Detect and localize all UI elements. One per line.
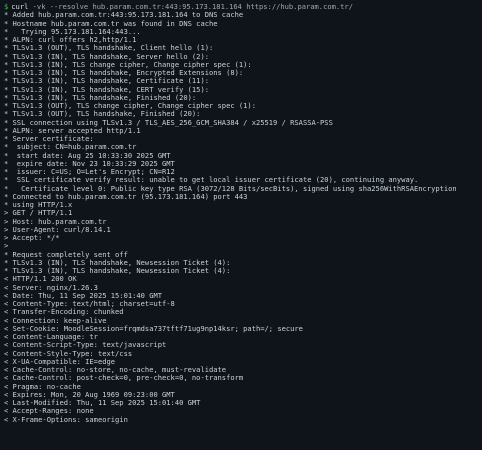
output-line: < Cache-Control: no-store, no-cache, mus… [4,366,227,374]
output-line: < HTTP/1.1 200 OK [4,275,77,284]
output-line: * Request completely sent off [4,250,128,259]
output-line: * issuer: C=US; O=Let's Encrypt; CN=R12 [4,168,175,176]
output-line: * Connected to hub.param.com.tr (95.173.… [4,192,248,201]
output-line: * TLSv1.3 (IN), TLS handshake, CERT veri… [4,85,209,94]
output-line: < Content-Language: tr [4,333,98,341]
output-line: * using HTTP/1.x [4,201,73,209]
output-line: < Server: nginx/1.26.3 [4,283,98,292]
terminal-output: * Added hub.param.com.tr:443:95.173.181.… [4,11,482,424]
output-line: < X-UA-Compatible: IE=edge [4,357,116,366]
output-line: > Host: hub.param.com.tr [4,217,107,226]
output-line: > Accept: */* [4,234,60,242]
output-line: < Content-Script-Type: text/javascript [4,341,167,350]
output-line: * Trying 95.173.181.164:443... [4,27,141,36]
output-line: * Certificate level 0: Public key type R… [4,184,457,193]
prompt-symbol: $ [4,2,9,11]
output-line: < Connection: keep-alive [4,316,107,325]
terminal-window[interactable]: $ curl -vk --resolve hub.param.com.tr:44… [0,0,482,450]
output-line: < Content-Style-Type: text/css [4,349,133,358]
output-line: * ALPN: server accepted http/1.1 [4,126,141,135]
output-line: * TLSv1.3 (IN), TLS change cipher, Chang… [4,60,252,69]
command-name: curl [11,2,29,11]
output-line: < Set-Cookie: MoodleSession=frqmdsa737tf… [4,324,303,333]
output-line: * TLSv1.3 (IN), TLS handshake, Server he… [4,52,209,61]
output-line: < Cache-Control: post-check=0, pre-check… [4,374,244,383]
output-line: > User-Agent: curl/8.14.1 [4,225,111,234]
output-line: > [4,242,9,251]
output-line: < Content-Type: text/html; charset=utf-8 [4,300,175,308]
output-line: * Hostname hub.param.com.tr was found in… [4,19,218,28]
command-prompt-line: $ curl -vk --resolve hub.param.com.tr:44… [4,2,482,11]
output-line: < Pragma: no-cache [4,382,81,391]
output-line: < Expires: Mon, 20 Aug 1969 09:23:00 GMT [4,390,175,399]
output-line: * ALPN: curl offers h2,http/1.1 [4,36,137,44]
output-line: < Last-Modified: Thu, 11 Sep 2025 15:01:… [4,399,201,407]
output-line: < Transfer-Encoding: chunked [4,308,124,317]
output-line: * SSL certificate verify result: unable … [4,176,419,185]
output-line: * TLSv1.3 (OUT), TLS change cipher, Chan… [4,102,256,110]
output-line: * TLSv1.3 (IN), TLS handshake, Newsessio… [4,267,231,275]
output-line: * Server certificate: [4,135,94,143]
output-line: * subject: CN=hub.param.com.tr [4,143,137,152]
output-line: * start date: Aug 25 10:33:30 2025 GMT [4,151,171,160]
output-line: * TLSv1.3 (OUT), TLS handshake, Finished… [4,110,201,119]
output-line: * TLSv1.3 (IN), TLS handshake, Finished … [4,93,197,102]
output-line: < Accept-Ranges: none [4,407,94,416]
output-line: < Date: Thu, 11 Sep 2025 15:01:40 GMT [4,291,163,300]
output-line: * TLSv1.3 (OUT), TLS handshake, Client h… [4,44,214,53]
output-line: * TLSv1.3 (IN), TLS handshake, Certifica… [4,77,209,86]
output-line: < X-Frame-Options: sameorigin [4,415,128,424]
output-line: * TLSv1.3 (IN), TLS handshake, Encrypted… [4,69,244,77]
command-arguments: -vk --resolve hub.param.com.tr:443:95.17… [32,2,353,11]
output-line: > GET / HTTP/1.1 [4,209,73,218]
output-line: * expire date: Nov 23 10:33:29 2025 GMT [4,159,175,168]
output-line: * Added hub.param.com.tr:443:95.173.181.… [4,11,244,20]
output-line: * SSL connection using TLSv1.3 / TLS_AES… [4,118,333,127]
output-line: * TLSv1.3 (IN), TLS handshake, Newsessio… [4,258,231,267]
